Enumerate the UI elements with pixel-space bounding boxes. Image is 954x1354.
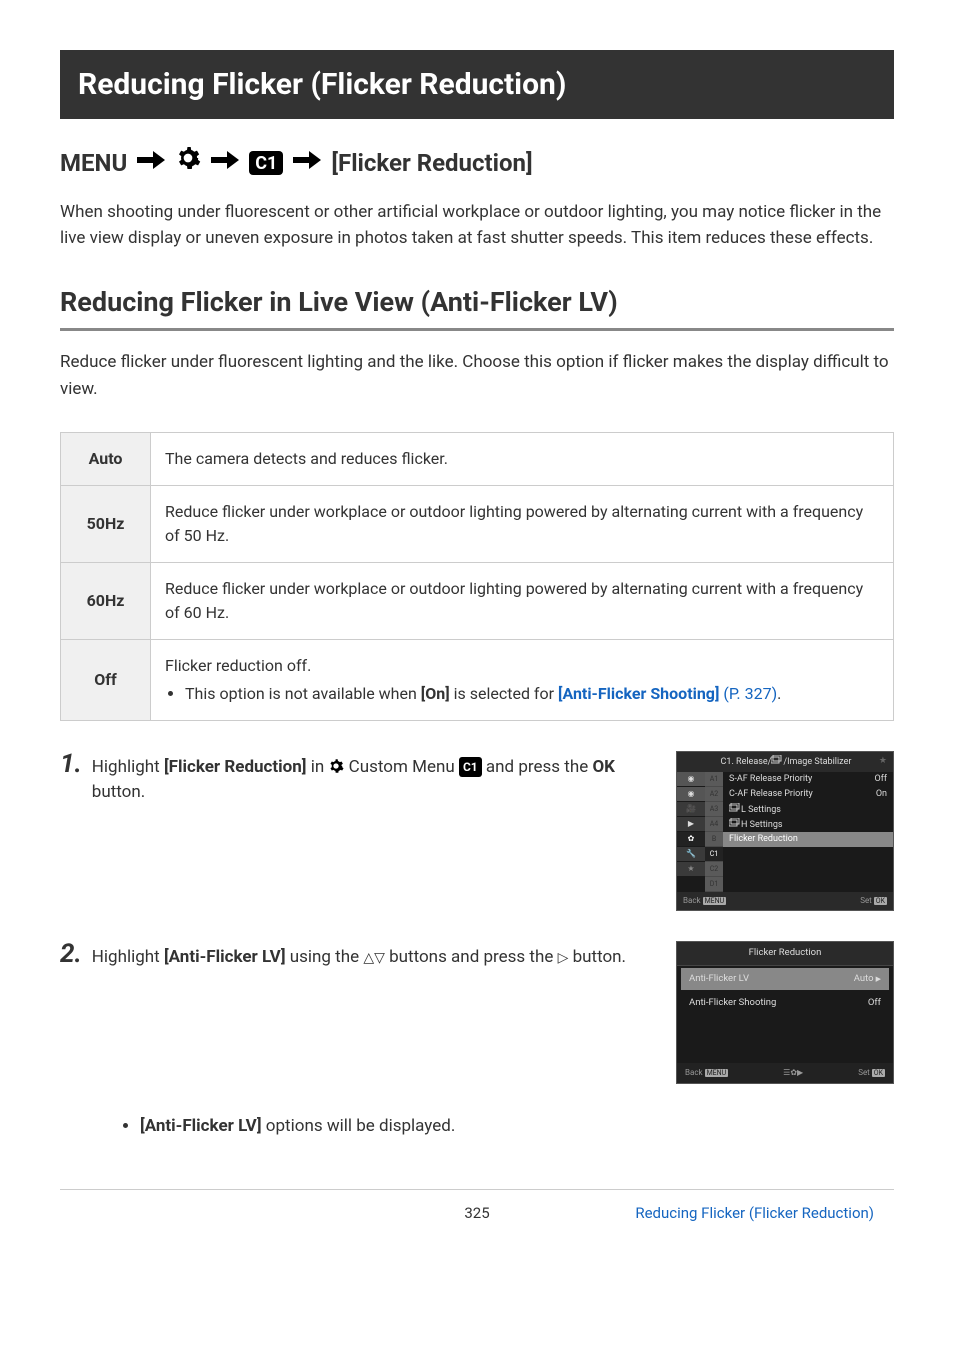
c1-tab-icon: C1: [249, 151, 283, 175]
camera-menu-screenshot-2: Flicker Reduction Anti-Flicker LV Auto ▶…: [676, 941, 894, 1083]
intro-text: When shooting under fluorescent or other…: [60, 199, 894, 252]
sequential-high-icon: [729, 820, 741, 830]
menu-row: C-AF Release PriorityOn: [723, 787, 893, 802]
step-body: Highlight [Flicker Reduction] in Custom …: [92, 751, 656, 806]
step-body: Highlight [Anti-Flicker LV] using the △▽…: [92, 941, 626, 971]
tab-setup-icon: 🔧: [677, 847, 705, 862]
gear-icon: [175, 145, 201, 181]
subtab: A2: [705, 787, 723, 802]
right-arrow-icon: ▷: [558, 950, 569, 966]
options-table: Auto The camera detects and reduces flic…: [60, 432, 894, 721]
step-number: 1.: [60, 751, 82, 777]
star-icon: ★: [879, 755, 887, 769]
subtab: A3: [705, 802, 723, 817]
sequential-icon: [771, 757, 783, 767]
menu-row-selected: Anti-Flicker LV Auto ▶: [681, 968, 889, 990]
menu-row: S-AF Release PriorityOff: [723, 772, 893, 787]
menu-button-icon: MENU: [703, 897, 727, 905]
subtab-selected: C1: [705, 847, 723, 862]
option-label: 50Hz: [61, 485, 151, 562]
subtab: D1: [705, 877, 723, 892]
step-1: 1. Highlight [Flicker Reduction] in Cust…: [60, 751, 894, 912]
table-row: 60Hz Reduce flicker under workplace or o…: [61, 562, 894, 639]
table-row: Auto The camera detects and reduces flic…: [61, 432, 894, 485]
tab-camera-icon: ◉: [677, 772, 705, 787]
table-row: 50Hz Reduce flicker under workplace or o…: [61, 485, 894, 562]
section-heading: Reducing Flicker in Live View (Anti-Flic…: [60, 282, 894, 332]
menu-label: MENU: [60, 145, 127, 181]
option-desc: Flicker reduction off. This option is no…: [151, 639, 894, 720]
option-desc: Reduce flicker under workplace or outdoo…: [151, 562, 894, 639]
option-desc: The camera detects and reduces flicker.: [151, 432, 894, 485]
page-number: 325: [345, 1202, 610, 1225]
tab-gear-icon: ✿: [677, 832, 705, 847]
option-label: Auto: [61, 432, 151, 485]
chevron-right-icon: ▶: [876, 974, 881, 985]
step-2-bullet: [Anti-Flicker LV] options will be displa…: [60, 1114, 894, 1140]
subtab: A4: [705, 817, 723, 832]
option-label: 60Hz: [61, 562, 151, 639]
menu-row: Anti-Flicker Shooting Off: [681, 992, 889, 1014]
up-down-arrow-icon: △▽: [363, 950, 385, 966]
camera-menu-screenshot-1: C1. Release//Image Stabilizer ★ ◉ ◉ 🎥 ▶ …: [676, 751, 894, 912]
tab-my-icon: ★: [677, 862, 705, 877]
step-number: 2.: [60, 941, 82, 967]
subtab: A1: [705, 772, 723, 787]
screenshot-title: Flicker Reduction: [677, 942, 893, 965]
page-title-bar: Reducing Flicker (Flicker Reduction): [60, 50, 894, 119]
tab-camera2-icon: ◉: [677, 787, 705, 802]
arrow-right-icon: [211, 145, 239, 181]
menu-row-selected: Flicker Reduction: [723, 832, 893, 847]
subtab: C2: [705, 862, 723, 877]
ok-button-icon: OK: [874, 897, 887, 905]
breadcrumb-link[interactable]: Reducing Flicker (Flicker Reduction): [609, 1202, 874, 1225]
page-footer: 325 Reducing Flicker (Flicker Reduction): [60, 1189, 894, 1225]
ok-button-icon: OK: [872, 1069, 885, 1077]
table-row: Off Flicker reduction off. This option i…: [61, 639, 894, 720]
option-label: Off: [61, 639, 151, 720]
subtab: B: [705, 832, 723, 847]
menu-row: L Settings: [723, 802, 893, 817]
page-ref-link[interactable]: (P. 327): [719, 684, 777, 703]
step-2: 2. Highlight [Anti-Flicker LV] using the…: [60, 941, 894, 1083]
menu-path: MENU C1 [Flicker Reduction]: [60, 145, 894, 181]
arrow-right-icon: [293, 145, 321, 181]
menu-target: [Flicker Reduction]: [331, 145, 532, 181]
menu-row: H Settings: [723, 817, 893, 832]
option-desc: Reduce flicker under workplace or outdoo…: [151, 485, 894, 562]
anti-flicker-shooting-link[interactable]: [Anti-Flicker Shooting]: [558, 684, 719, 703]
nav-indicator-icon: ☰✿▶: [783, 1067, 803, 1079]
sequential-low-icon: [729, 805, 741, 815]
c1-tab-icon: C1: [459, 757, 482, 777]
gear-icon: [328, 757, 344, 777]
tab-playback-icon: ▶: [677, 817, 705, 832]
arrow-right-icon: [137, 145, 165, 181]
section-intro: Reduce flicker under fluorescent lightin…: [60, 349, 894, 402]
tab-movie-icon: 🎥: [677, 802, 705, 817]
menu-button-icon: MENU: [705, 1069, 729, 1077]
